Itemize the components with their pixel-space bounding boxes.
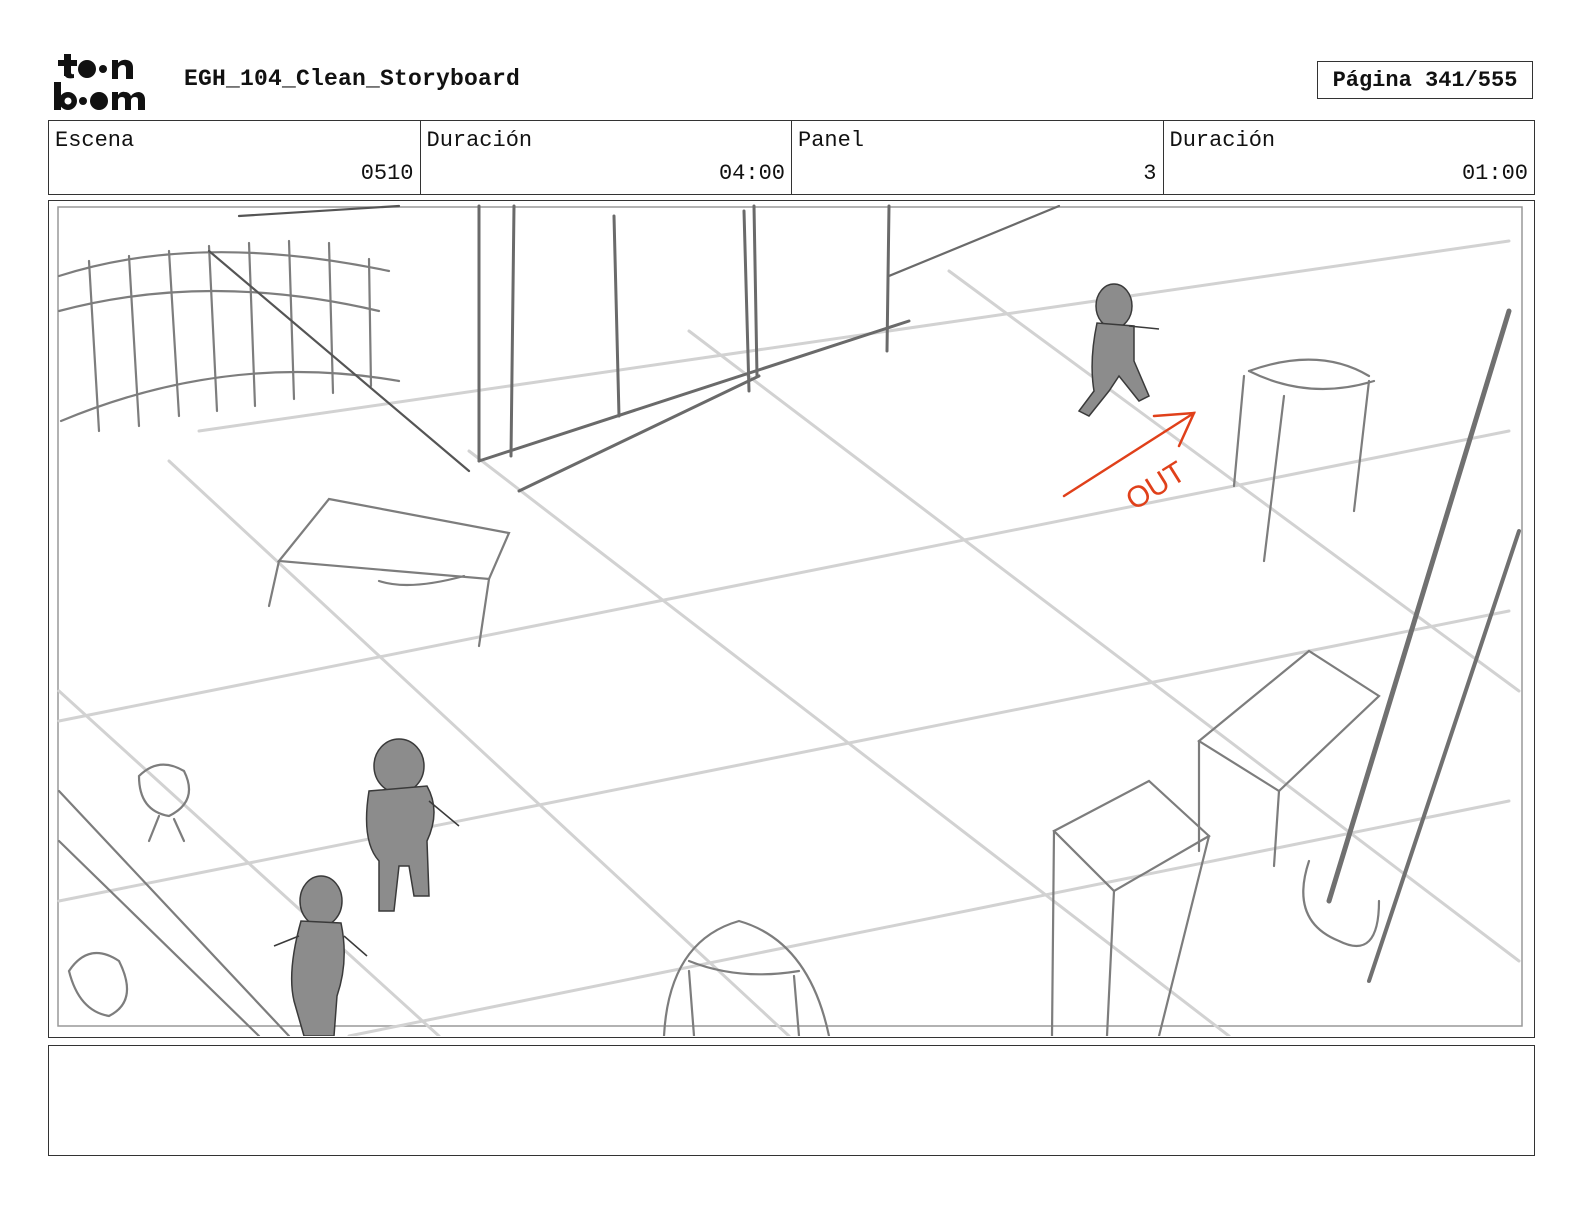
page-number: Página 341/555 — [1317, 61, 1533, 99]
storyboard-panel: OUT — [48, 200, 1535, 1038]
scene-duration-cell: Duración 04:00 — [421, 121, 792, 194]
panel-value: 3 — [1143, 161, 1157, 186]
panel-duration-cell: Duración 01:00 — [1164, 121, 1535, 194]
panel-sketch: OUT — [57, 204, 1523, 1036]
scene-info-row: Escena 0510 Duración 04:00 Panel 3 Durac… — [48, 120, 1535, 195]
toon-boom-logo — [54, 54, 145, 110]
out-annotation-text: OUT — [1120, 455, 1191, 517]
panel-duration-label: Duración — [1169, 128, 1276, 153]
document-title: EGH_104_Clean_Storyboard — [184, 66, 521, 92]
panel-cell: Panel 3 — [792, 121, 1164, 194]
scene-label: Escena — [55, 128, 135, 153]
scene-duration-label: Duración — [426, 128, 533, 153]
panel-duration-value: 01:00 — [1461, 161, 1528, 186]
scene-value: 0510 — [360, 161, 414, 186]
scene-duration-value: 04:00 — [718, 161, 785, 186]
furniture-sketch — [57, 204, 1521, 1036]
panel-label: Panel — [798, 128, 865, 153]
notes-box — [48, 1045, 1535, 1156]
scene-cell: Escena 0510 — [49, 121, 421, 194]
